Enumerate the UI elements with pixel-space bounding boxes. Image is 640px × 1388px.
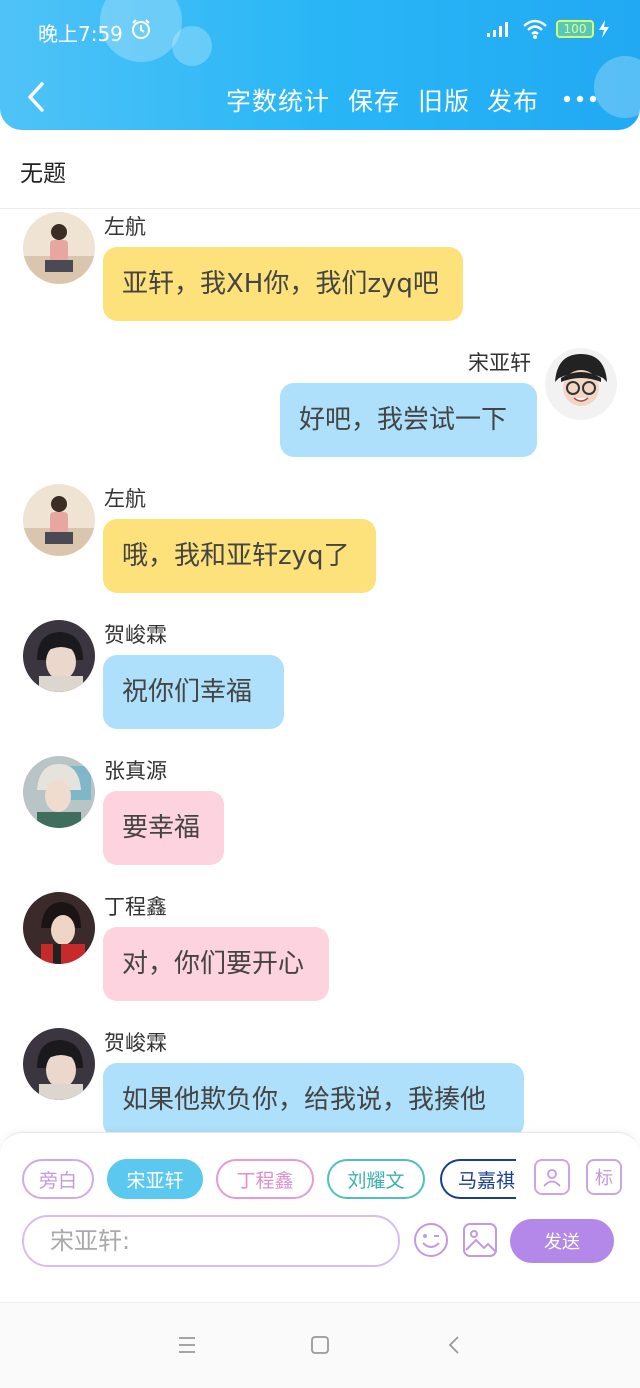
image-icon[interactable]: [462, 1222, 498, 1258]
message-bubble[interactable]: 好吧，我尝试一下: [280, 383, 537, 457]
avatar[interactable]: [23, 1028, 95, 1100]
speaker-name: 宋亚轩: [468, 351, 531, 375]
tag-button[interactable]: 标: [586, 1159, 622, 1195]
speaker-name: 贺峻霖: [104, 623, 167, 647]
message-input[interactable]: 宋亚轩:: [22, 1215, 400, 1267]
back-arrow-icon[interactable]: [22, 80, 52, 114]
system-navigation-bar: [0, 1302, 640, 1388]
avatar[interactable]: [23, 212, 95, 284]
role-chip-selected[interactable]: 宋亚轩: [107, 1159, 203, 1199]
back-icon[interactable]: [446, 1333, 462, 1357]
action-bar: 字数统计 保存 旧版 发布: [0, 72, 640, 124]
speaker-name: 左航: [104, 215, 146, 239]
battery-level: 100: [563, 22, 587, 36]
menu-icon[interactable]: [177, 1333, 197, 1357]
home-icon[interactable]: [310, 1333, 330, 1357]
avatar[interactable]: [23, 620, 95, 692]
emoji-icon[interactable]: [412, 1221, 450, 1259]
speaker-name: 左航: [104, 487, 146, 511]
composer-panel: 旁白 宋亚轩 丁程鑫 刘耀文 马嘉祺 标 宋亚轩: 发送: [0, 1132, 640, 1268]
speaker-name: 贺峻霖: [104, 1031, 167, 1055]
story-title-bar[interactable]: 无题: [0, 130, 640, 209]
dialogue-list[interactable]: 左航 亚轩，我XH你，我们zyq吧 宋亚轩 好吧，我尝试一下 左航 哦，我和亚轩…: [0, 209, 640, 1134]
speaker-name: 丁程鑫: [104, 895, 167, 919]
word-count-button[interactable]: 字数统计: [226, 82, 330, 118]
battery-indicator: 100: [556, 20, 594, 38]
speaker-name: 张真源: [104, 759, 167, 783]
message-bubble[interactable]: 哦，我和亚轩zyq了: [103, 519, 376, 593]
status-time: 晚上7:59: [38, 22, 123, 46]
charging-icon: [599, 20, 609, 38]
avatar[interactable]: [23, 484, 95, 556]
role-chip[interactable]: 丁程鑫: [216, 1159, 314, 1199]
old-version-button[interactable]: 旧版: [418, 82, 470, 118]
avatar[interactable]: [23, 756, 95, 828]
publish-button[interactable]: 发布: [487, 82, 539, 118]
message-bubble[interactable]: 祝你们幸福: [103, 655, 284, 729]
add-role-button[interactable]: [534, 1159, 570, 1195]
status-bar: 晚上7:59 100: [0, 0, 640, 60]
alarm-icon: [132, 19, 150, 39]
avatar[interactable]: [545, 348, 617, 420]
role-chip[interactable]: 刘耀文: [327, 1159, 425, 1199]
role-chip-narrator[interactable]: 旁白: [22, 1159, 94, 1199]
signal-icon: [487, 22, 508, 37]
person-icon: [543, 1169, 561, 1187]
role-chip[interactable]: 马嘉祺: [440, 1159, 516, 1199]
message-bubble[interactable]: 亚轩，我XH你，我们zyq吧: [103, 247, 463, 321]
message-bubble[interactable]: 要幸福: [103, 791, 224, 865]
wifi-icon: [523, 19, 547, 39]
more-icon[interactable]: [562, 94, 598, 104]
message-bubble[interactable]: 如果他欺负你，给我说，我揍他: [103, 1063, 524, 1134]
send-button[interactable]: 发送: [510, 1219, 614, 1263]
message-bubble[interactable]: 对，你们要开心: [103, 927, 329, 1001]
story-title[interactable]: 无题: [20, 154, 66, 188]
avatar[interactable]: [23, 892, 95, 964]
save-button[interactable]: 保存: [348, 82, 400, 118]
app-header: 晚上7:59 100 字数统计 保存 旧版 发布: [0, 0, 640, 130]
